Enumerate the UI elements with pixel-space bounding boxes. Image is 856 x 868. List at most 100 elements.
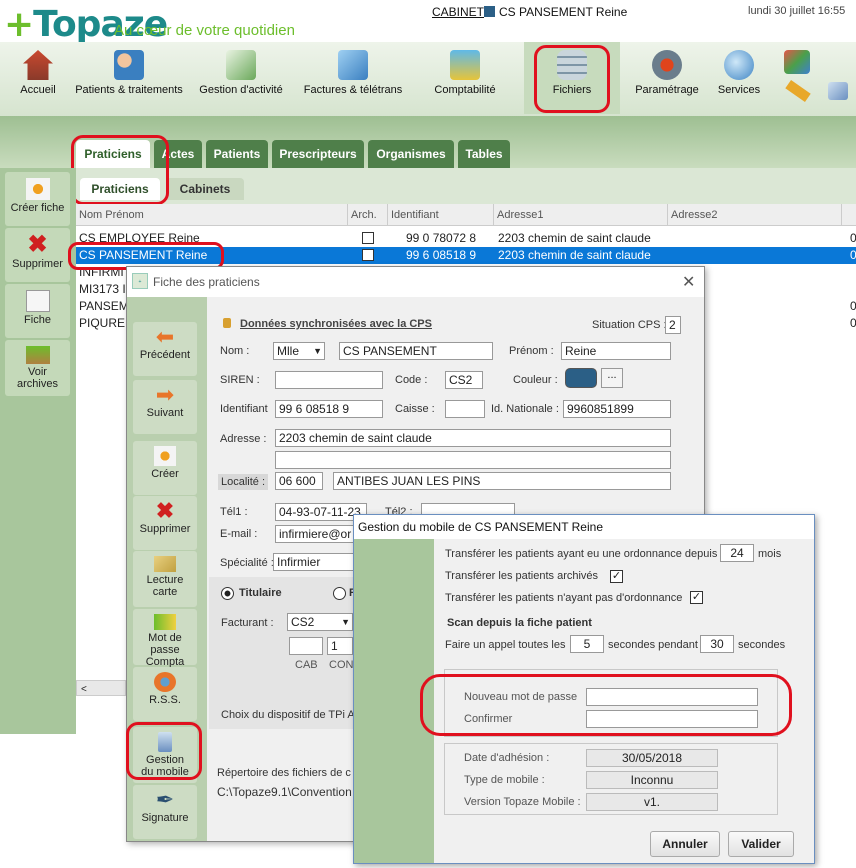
- toolbar-patients[interactable]: Patients & traitements: [74, 42, 184, 114]
- col-nom-prenom[interactable]: Nom Prénom: [76, 204, 348, 226]
- seconds-during-label: secondes pendant: [608, 639, 698, 651]
- adhesion-label: Date d'adhésion :: [464, 752, 550, 764]
- situation-field[interactable]: 2: [665, 316, 681, 334]
- code-postal-field[interactable]: 06 600: [275, 472, 323, 490]
- facturant-label: Facturant :: [221, 617, 274, 629]
- arrow-left-icon: ⬅: [155, 324, 175, 349]
- arrow-right-icon: ➡: [155, 382, 175, 407]
- cab-field[interactable]: [289, 637, 323, 655]
- adresse1-field[interactable]: 2203 chemin de saint claude: [275, 429, 671, 447]
- patients-icon: [114, 50, 144, 80]
- create-button[interactable]: Créer: [133, 441, 197, 495]
- col-adresse2[interactable]: Adresse2: [668, 204, 842, 226]
- delete-icon: ✖: [27, 231, 48, 258]
- no-ordonnance-checkbox[interactable]: ✓: [690, 591, 703, 604]
- specialite-field[interactable]: Infirmier: [273, 553, 357, 571]
- next-button[interactable]: ➡ Suivant: [133, 380, 197, 434]
- titulaire-radio[interactable]: [221, 587, 234, 600]
- nom-field[interactable]: CS PANSEMENT: [339, 342, 493, 360]
- signature-button[interactable]: ✒ Signature: [133, 785, 197, 839]
- create-sheet-button[interactable]: Créer fiche: [5, 172, 70, 226]
- scroll-left-icon[interactable]: <: [77, 684, 87, 695]
- siren-field[interactable]: [275, 371, 383, 389]
- color-swatch[interactable]: [565, 368, 597, 388]
- invoice-icon: [338, 50, 368, 80]
- prenom-field[interactable]: Reine: [561, 342, 671, 360]
- main-toolbar: Accueil Patients & traitements Gestion d…: [0, 42, 856, 116]
- list-header: Nom Prénom Arch. Identifiant Adresse1 Ad…: [76, 204, 856, 226]
- toolbar-parametrage[interactable]: Paramétrage: [632, 42, 702, 114]
- col-identifiant[interactable]: Identifiant: [388, 204, 494, 226]
- pencil-icon[interactable]: [785, 80, 811, 102]
- new-sheet-icon: [154, 446, 176, 466]
- civilite-select[interactable]: Mlle ▼: [273, 342, 325, 360]
- toolbar-gestion-activite[interactable]: Gestion d'activité: [192, 42, 290, 114]
- other-radio[interactable]: [333, 587, 346, 600]
- conv-field[interactable]: 1: [327, 637, 353, 655]
- col-arch[interactable]: Arch.: [348, 204, 388, 226]
- facturant-select[interactable]: CS2 ▼: [287, 613, 353, 631]
- toolbar-comptabilite[interactable]: Comptabilité: [426, 42, 504, 114]
- adresse2-field[interactable]: [275, 451, 671, 469]
- caisse-field[interactable]: [445, 400, 485, 418]
- id-nationale-field[interactable]: 9960851899: [563, 400, 671, 418]
- archive-checkbox[interactable]: [362, 249, 374, 261]
- code-field[interactable]: CS2: [445, 371, 483, 389]
- tab-tables[interactable]: Tables: [458, 140, 510, 168]
- horizontal-scrollbar[interactable]: <: [76, 680, 126, 696]
- tpi-label: Choix du dispositif de TPi A: [221, 709, 355, 721]
- delete-button[interactable]: ✖ Supprimer: [5, 228, 70, 282]
- identifiant-field[interactable]: 99 6 08518 9: [275, 400, 383, 418]
- row-extra: 0: [850, 248, 856, 262]
- pen-signature-icon: ✒: [155, 787, 175, 812]
- row-address: 2203 chemin de saint claude: [498, 248, 651, 262]
- app-header: +Topaze Au cœur de votre quotidien CABIN…: [0, 0, 856, 45]
- transfer-months-field[interactable]: 24: [720, 544, 754, 562]
- app-tagline: Au cœur de votre quotidien: [114, 22, 295, 39]
- tab-prescripteurs[interactable]: Prescripteurs: [272, 140, 364, 168]
- close-icon[interactable]: ✕: [682, 272, 695, 292]
- call-during-field[interactable]: 30: [700, 635, 734, 653]
- globe-icon: [724, 50, 754, 80]
- toolbar-accueil[interactable]: Accueil: [10, 42, 66, 114]
- activity-icon: [226, 50, 256, 80]
- col-adresse1[interactable]: Adresse1: [494, 204, 668, 226]
- sync-label: Données synchronisées avec la CPS: [240, 318, 432, 330]
- cabinet-link[interactable]: CABINET: [432, 5, 484, 19]
- delete-button[interactable]: ✖ Supprimer: [133, 496, 197, 550]
- cancel-button[interactable]: Annuler: [650, 831, 720, 857]
- tab-patients[interactable]: Patients: [206, 140, 268, 168]
- sheet-button[interactable]: Fiche: [5, 284, 70, 338]
- mobile-sync-icon[interactable]: [828, 82, 848, 100]
- row-id: 99 6 08518 9: [406, 248, 477, 262]
- version-label: Version Topaze Mobile :: [464, 796, 581, 808]
- mois-label: mois: [758, 548, 782, 560]
- read-card-button[interactable]: Lecture carte: [133, 551, 197, 607]
- color-picker-button[interactable]: ...: [601, 368, 623, 388]
- call-label: Faire un appel toutes les: [445, 639, 566, 651]
- card-icon: [154, 556, 176, 572]
- cabinet-name: CS PANSEMENT Reine: [499, 5, 628, 19]
- ville-field[interactable]: ANTIBES JUAN LES PINS: [333, 472, 671, 490]
- transfer-label: Transférer les patients ayant eu une ord…: [445, 548, 718, 560]
- email-field[interactable]: infirmiere@or: [275, 525, 359, 543]
- cabinet-color-swatch: [484, 6, 495, 17]
- archive-checkbox[interactable]: [362, 232, 374, 244]
- toolbar-services[interactable]: Services: [708, 42, 770, 114]
- localite-label[interactable]: Localité :: [218, 474, 269, 490]
- situation-label: Situation CPS :: [592, 319, 667, 331]
- nom-label: Nom :: [220, 345, 250, 357]
- rss-button[interactable]: R.S.S.: [133, 667, 197, 721]
- previous-button[interactable]: ⬅ Précédent: [133, 322, 197, 376]
- toolbar-factures[interactable]: Factures & télétrans: [298, 42, 408, 114]
- no-ordonnance-label: Transférer les patients n'ayant pas d'or…: [445, 592, 683, 604]
- subtab-cabinets[interactable]: Cabinets: [166, 178, 244, 200]
- validate-button[interactable]: Valider: [728, 831, 794, 857]
- password-compta-button[interactable]: Mot de passe Compta: [133, 609, 197, 668]
- archived-checkbox[interactable]: ✓: [610, 570, 623, 583]
- tab-organismes[interactable]: Organismes: [368, 140, 454, 168]
- view-archives-button[interactable]: Voir archives: [5, 340, 70, 396]
- couleur-label: Couleur :: [513, 374, 558, 386]
- chart-icon[interactable]: [784, 50, 810, 74]
- call-every-field[interactable]: 5: [570, 635, 604, 653]
